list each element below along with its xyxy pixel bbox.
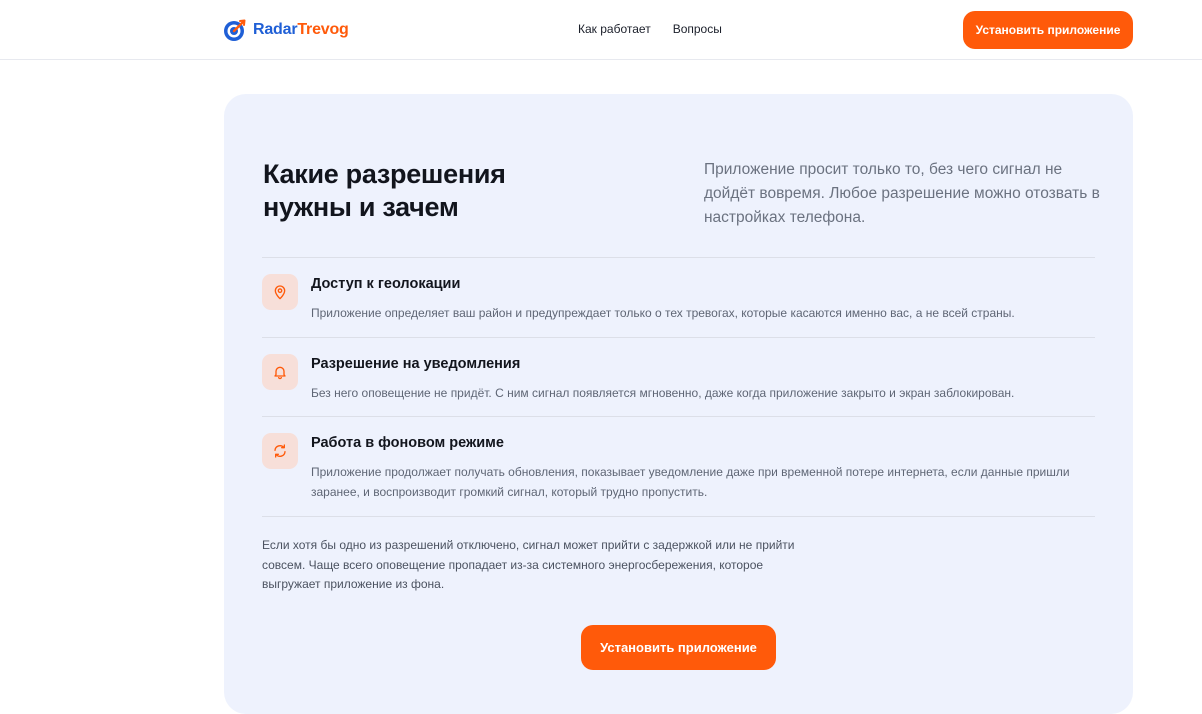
nav-link-faq[interactable]: Вопросы <box>673 22 722 36</box>
permission-title: Доступ к геолокации <box>311 276 461 292</box>
permissions-card: Какие разрешения нужны и зачем Приложени… <box>224 94 1133 714</box>
warning-note: Если хотя бы одно из разрешений отключен… <box>262 538 795 591</box>
permission-title: Работа в фоновом режиме <box>311 435 504 451</box>
logo[interactable]: RadarTrevog <box>223 17 349 43</box>
site-header: RadarTrevog Как работает Вопросы Установ… <box>0 0 1202 60</box>
permission-item-background: Работа в фоновом режиме Приложение продо… <box>262 433 1095 513</box>
divider <box>262 337 1095 338</box>
section-title-line-1: Какие разрешения <box>263 159 506 189</box>
logo-text: RadarTrevog <box>253 21 349 39</box>
permission-description: Приложение определяет ваш район и предуп… <box>311 306 1015 320</box>
permission-description: Без него оповещение не придёт. С ним сиг… <box>311 386 1015 400</box>
logo-text-radar: Radar <box>253 21 298 38</box>
section-intro: Приложение просит только то, без чего си… <box>704 161 1100 226</box>
header-install-button[interactable]: Установить приложение <box>963 11 1133 49</box>
refresh-icon <box>262 433 298 469</box>
divider <box>262 416 1095 417</box>
permission-item-geolocation: Доступ к геолокации Приложение определяе… <box>262 274 1095 334</box>
nav-link-how-it-works[interactable]: Как работает <box>578 22 651 36</box>
bell-icon <box>262 354 298 390</box>
divider <box>262 516 1095 517</box>
permission-description: Приложение продолжает получать обновлени… <box>311 465 1070 499</box>
main-nav: Как работает Вопросы <box>578 22 722 36</box>
permission-title: Разрешение на уведомления <box>311 356 521 372</box>
radar-target-icon <box>223 18 247 42</box>
section-title: Какие разрешения нужны и зачем <box>263 158 583 224</box>
location-pin-icon <box>262 274 298 310</box>
divider <box>262 257 1095 258</box>
permission-item-notifications: Разрешение на уведомления Без него опове… <box>262 354 1095 414</box>
section-title-line-2: нужны и зачем <box>263 192 459 222</box>
logo-text-trevog: Trevog <box>297 21 349 38</box>
install-app-button[interactable]: Установить приложение <box>581 625 776 670</box>
